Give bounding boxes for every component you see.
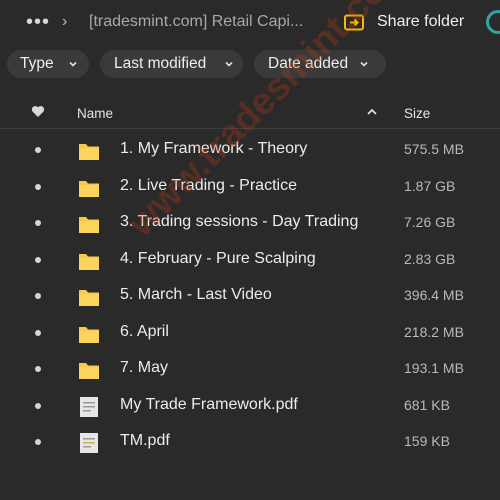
filter-date-added-label: Date added [268,55,349,72]
file-row[interactable]: 2. Live Trading - Practice 1.87 GB [0,168,500,204]
bullet-icon [35,183,41,190]
file-size: 681 KB [404,396,450,413]
file-list-header: Name Size [0,98,500,129]
file-name: 2. Live Trading - Practice [120,176,297,194]
filter-date-added[interactable]: Date added [254,50,386,78]
file-size: 396.4 MB [404,287,464,303]
file-size: 193.1 MB [404,360,464,376]
folder-icon [79,217,99,233]
filter-bar: Type Last modified Date added [0,50,500,80]
breadcrumb-folder[interactable]: [tradesmint.com] Retail Capi... [89,13,321,31]
file-row[interactable]: 3. Trading sessions - Day Trading 7.26 G… [0,204,500,240]
file-row[interactable]: 1. My Framework - Theory 575.5 MB [0,131,500,167]
folder-icon [79,144,99,160]
top-bar: ••• › [tradesmint.com] Retail Capi... Sh… [0,0,500,46]
bullet-icon [35,256,41,263]
file-size: 159 KB [404,433,450,449]
heart-icon[interactable] [31,105,45,118]
folder-icon [79,326,99,343]
more-options-icon[interactable]: ••• [26,11,50,34]
chevron-down-icon [360,61,368,67]
file-name: 7. May [120,359,169,376]
file-name: 4. February - Pure Scalping [120,249,316,267]
filter-last-modified-label: Last modified [114,55,207,72]
file-size: 1.87 GB [404,177,456,194]
bullet-icon [35,439,41,445]
folder-icon [79,290,99,306]
file-row[interactable]: 5. March - Last Video 396.4 MB [0,277,500,313]
pdf-file-icon [80,396,98,417]
share-folder-icon[interactable] [344,14,364,31]
name-column-header[interactable]: Name [77,106,113,121]
bullet-icon [35,402,41,409]
filter-type[interactable]: Type [7,50,89,78]
account-avatar[interactable] [486,10,500,34]
folder-icon [79,253,99,270]
folder-icon [79,180,99,197]
bullet-icon [35,329,41,336]
file-name: 5. March - Last Video [120,286,272,303]
bullet-icon [35,147,41,153]
chevron-right-icon: › [62,13,68,30]
file-size: 218.2 MB [404,323,464,340]
file-size: 575.5 MB [404,141,464,157]
file-row[interactable]: TM.pdf 159 KB [0,423,500,459]
file-size: 7.26 GB [404,214,456,230]
chevron-down-icon [69,61,77,67]
folder-icon [79,363,99,379]
file-row[interactable]: My Trade Framework.pdf 681 KB [0,387,500,423]
filter-last-modified[interactable]: Last modified [100,50,243,78]
file-row[interactable]: 4. February - Pure Scalping 2.83 GB [0,241,500,277]
size-column-header[interactable]: Size [404,106,430,121]
file-name: TM.pdf [120,432,170,449]
file-name: 3. Trading sessions - Day Trading [120,213,359,230]
filter-type-label: Type [20,55,54,72]
bullet-icon [35,293,41,299]
file-name: My Trade Framework.pdf [120,395,298,413]
share-folder-button[interactable]: Share folder [377,13,464,31]
file-name: 6. April [120,322,169,340]
file-name: 1. My Framework - Theory [120,140,308,157]
sort-ascending-icon[interactable] [367,108,377,115]
file-size: 2.83 GB [404,250,456,267]
file-row[interactable]: 6. April 218.2 MB [0,314,500,350]
file-row[interactable]: 7. May 193.1 MB [0,350,500,386]
chevron-down-icon [225,61,233,67]
bullet-icon [35,366,41,372]
bullet-icon [35,220,41,226]
pdf-file-icon [80,433,98,453]
